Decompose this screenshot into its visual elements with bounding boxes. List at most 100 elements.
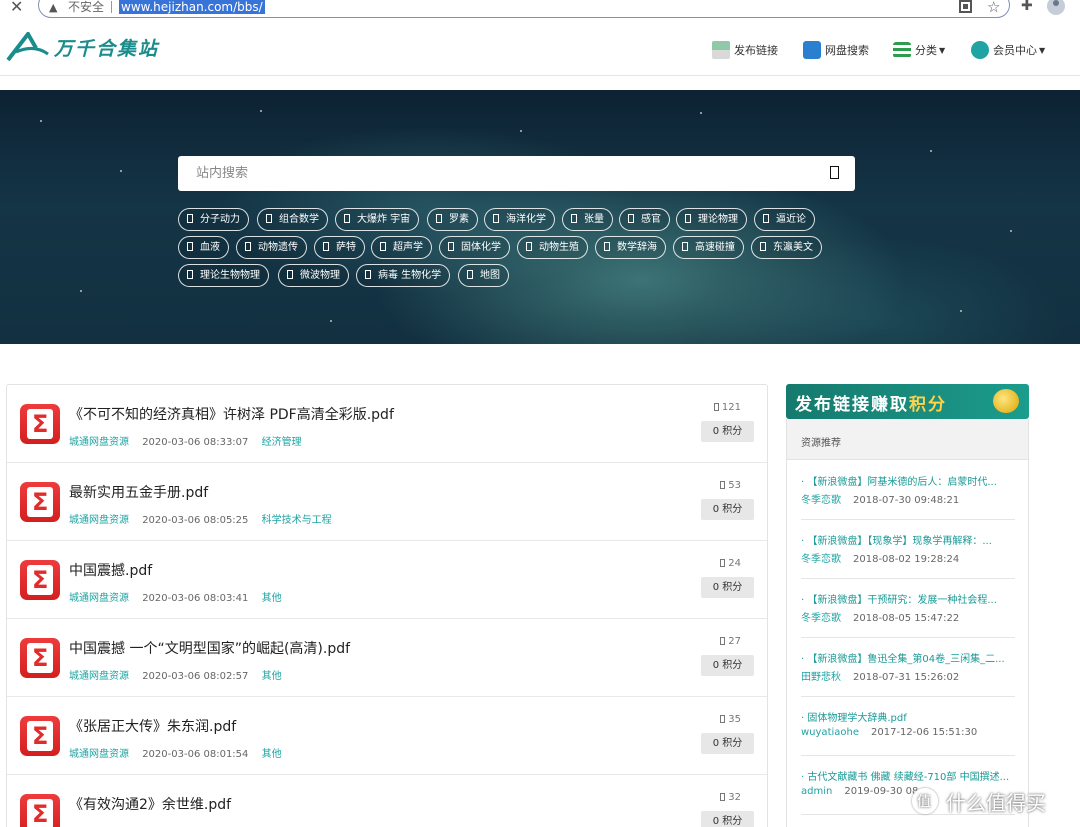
tag-icon [571,214,577,223]
watermark: 什么值得买 [912,786,1046,816]
star-decoration [80,290,82,292]
tag-label: 萨特 [336,242,356,253]
recommend-item[interactable]: · 【新浪微盘】鲁迅全集_第04卷_三闲集_二... 田野悲秋 2018-07-3… [801,638,1015,697]
recommend-item[interactable]: · 【新浪微盘】干预研究：发展一种社会程... 冬季恋歌 2018-08-05 1… [801,579,1015,638]
item-category[interactable]: 经济管理 [262,437,302,448]
tag-item[interactable]: 病毒 生物化学 [356,264,451,287]
tag-item[interactable]: 理论生物物理 [178,264,269,287]
profile-avatar-icon[interactable] [1047,0,1065,15]
banner-text: 发布链接赚取积分 [795,395,947,415]
tag-item[interactable]: 固体化学 [439,236,510,259]
item-title[interactable]: 中国震撼 一个“文明型国家”的崛起(高清).pdf [69,638,350,658]
tag-item[interactable]: 逼近论 [754,208,815,231]
recommend-item[interactable]: · 【新浪微盘】【现象学】现象学再解释：... 冬季恋歌 2018-08-02 1… [801,520,1015,579]
nav-category-label: 分类 [915,44,937,57]
earn-points-banner[interactable]: 发布链接赚取积分 [786,384,1029,419]
tag-icon [187,242,193,251]
tag-icon [323,242,329,251]
tag-item[interactable]: 萨特 [314,236,365,259]
tag-item[interactable]: 高速碰撞 [673,236,744,259]
recommend-author[interactable]: wuyatiaohe [801,727,859,738]
qr-code-icon[interactable] [959,0,972,13]
tag-item[interactable]: 感官 [619,208,670,231]
tag-item[interactable]: 血液 [178,236,229,259]
recommend-title[interactable]: · 【新浪微盘】阿基米德的后人：启蒙时代... [801,473,1015,488]
tag-item[interactable]: 理论物理 [676,208,747,231]
tag-item[interactable]: 大爆炸 宇宙 [335,208,420,231]
item-category[interactable]: 其他 [262,671,282,682]
nav-category-dropdown[interactable]: 分类 ▼ [893,40,945,60]
tag-label: 张量 [584,214,604,225]
item-title[interactable]: 《有效沟通2》余世维.pdf [69,794,231,814]
list-item[interactable]: 中国震撼 一个“文明型国家”的崛起(高清).pdf 城通网盘资源 2020-03… [7,619,767,697]
list-item[interactable]: 《不可不知的经济真相》许树泽 PDF高清全彩版.pdf 城通网盘资源 2020-… [7,385,767,463]
search-input[interactable] [178,156,814,191]
chevron-down-icon: ▼ [1039,45,1046,55]
item-title[interactable]: 《张居正大传》朱东润.pdf [69,716,236,736]
user-icon [971,41,989,59]
logo-text[interactable]: 万千合集站 [54,34,159,61]
recommend-item[interactable]: · 固体物理学大辞典.pdf wuyatiaohe 2017-12-06 15:5… [801,697,1015,756]
url-text[interactable]: www.hejizhan.com/bbs/ [119,0,265,14]
star-decoration [1010,230,1012,232]
recommend-meta: 田野悲秋 2018-07-31 15:26:02 [801,668,959,683]
extensions-icon[interactable]: ✚ [1021,0,1033,14]
item-source[interactable]: 城通网盘资源 [69,671,129,682]
recommend-title[interactable]: · 【新浪微盘】【现象学】现象学再解释：... [801,532,1015,547]
recommend-author[interactable]: 冬季恋歌 [801,613,841,624]
tag-item[interactable]: 罗素 [427,208,478,231]
item-title[interactable]: 最新实用五金手册.pdf [69,482,208,502]
tag-item[interactable]: 微波物理 [278,264,349,287]
tag-item[interactable]: 动物生殖 [517,236,588,259]
item-date: 2020-03-06 08:02:57 [142,671,249,682]
tag-label: 微波物理 [300,270,340,281]
recommend-title[interactable]: · 固体物理学大辞典.pdf [801,709,1015,724]
tag-item[interactable]: 超声学 [371,236,432,259]
item-source[interactable]: 城通网盘资源 [69,515,129,526]
coins-icon [993,389,1019,413]
tag-item[interactable]: 组合数学 [257,208,328,231]
item-meta: 城通网盘资源 2020-03-06 08:33:07 经济管理 [69,433,302,448]
recommend-author[interactable]: 冬季恋歌 [801,554,841,565]
item-title[interactable]: 中国震撼.pdf [69,560,152,580]
recommend-title[interactable]: · 古代文献藏书 佛藏 续藏经-710部 中国撰述... [801,768,1015,783]
recommend-item[interactable]: · 【新浪微盘】阿基米德的后人：启蒙时代... 冬季恋歌 2018-07-30 0… [801,461,1015,520]
tag-item[interactable]: 海洋化学 [484,208,555,231]
sidebar-heading: 资源推荐 [801,438,841,449]
view-count: 35 [720,714,741,725]
tag-item[interactable]: 张量 [562,208,613,231]
logo-icon[interactable] [6,32,50,62]
tag-item[interactable]: 东瀛美文 [751,236,822,259]
warning-icon[interactable]: ▲ [49,1,57,14]
list-item[interactable]: 《张居正大传》朱东润.pdf 城通网盘资源 2020-03-06 08:01:5… [7,697,767,775]
recommend-title[interactable]: · 【新浪微盘】鲁迅全集_第04卷_三闲集_二... [801,650,1015,665]
item-source[interactable]: 城通网盘资源 [69,749,129,760]
tag-label: 组合数学 [279,214,319,225]
list-item[interactable]: 中国震撼.pdf 城通网盘资源 2020-03-06 08:03:41 其他 2… [7,541,767,619]
tag-item[interactable]: 动物遗传 [236,236,307,259]
recommend-author[interactable]: admin [801,786,832,797]
item-source[interactable]: 城通网盘资源 [69,437,129,448]
tag-item[interactable]: 地图 [458,264,509,287]
recommend-author[interactable]: 冬季恋歌 [801,495,841,506]
item-category[interactable]: 科学技术与工程 [262,515,332,526]
item-title[interactable]: 《不可不知的经济真相》许树泽 PDF高清全彩版.pdf [69,404,394,424]
list-item[interactable]: 《有效沟通2》余世维.pdf 32 0 积分 [7,775,767,827]
item-source[interactable]: 城通网盘资源 [69,593,129,604]
tag-item[interactable]: 分子动力 [178,208,249,231]
tag-icon [763,214,769,223]
nav-pan-search[interactable]: 网盘搜索 [803,40,869,60]
list-item[interactable]: 最新实用五金手册.pdf 城通网盘资源 2020-03-06 08:05:25 … [7,463,767,541]
nav-publish-link[interactable]: 发布链接 [712,40,778,60]
points-badge: 0 积分 [701,421,754,442]
item-category[interactable]: 其他 [262,593,282,604]
recommend-author[interactable]: 田野悲秋 [801,672,841,683]
item-category[interactable]: 其他 [262,749,282,760]
eye-icon [720,715,726,723]
insecure-label[interactable]: 不安全 [68,0,104,14]
tag-item[interactable]: 数学辞海 [595,236,666,259]
nav-member-dropdown[interactable]: 会员中心 ▼ [971,40,1045,60]
close-icon[interactable]: ✕ [10,0,26,16]
recommend-title[interactable]: · 【新浪微盘】干预研究：发展一种社会程... [801,591,1015,606]
bookmark-star-icon[interactable]: ☆ [987,0,1000,16]
